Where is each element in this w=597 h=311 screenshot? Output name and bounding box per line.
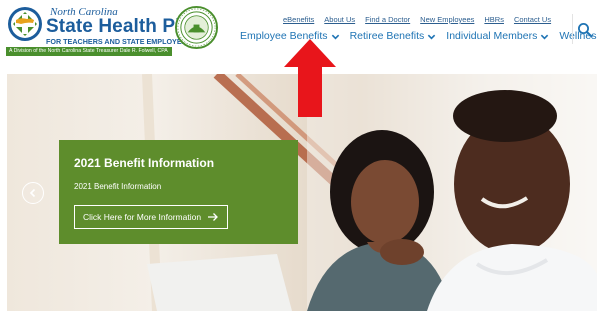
state-seal-icon [174,5,219,50]
page: North Carolina State Health Plan FOR TEA… [0,0,597,311]
site-logo[interactable]: North Carolina State Health Plan FOR TEA… [6,4,219,56]
util-link-new-employees[interactable]: New Employees [420,15,474,24]
header-divider [572,14,573,44]
button-label: Click Here for More Information [82,212,202,222]
chevron-down-icon [428,34,436,39]
utility-nav: eBenefits About Us Find a Doctor New Emp… [283,15,551,24]
more-information-button[interactable]: Click Here for More Information [74,205,228,229]
nav-label: Individual Members [446,30,538,42]
annotation-arrow-icon [284,39,336,117]
chevron-left-icon [29,188,36,198]
promo-card: 2021 Benefit Information 2021 Benefit In… [59,140,298,244]
carousel-prev-button[interactable] [22,182,44,204]
util-link-find-a-doctor[interactable]: Find a Doctor [365,15,410,24]
search-icon[interactable] [577,22,593,38]
nav-retiree-benefits[interactable]: Retiree Benefits [350,30,437,42]
promo-subtitle: 2021 Benefit Information [74,182,162,191]
util-link-hbrs[interactable]: HBRs [484,15,504,24]
nc-map-logo-icon [8,7,42,41]
chevron-down-icon [541,34,549,39]
util-link-about-us[interactable]: About Us [324,15,355,24]
util-link-ebenefits[interactable]: eBenefits [283,15,314,24]
util-link-contact-us[interactable]: Contact Us [514,15,551,24]
arrow-right-icon [208,213,218,221]
nav-individual-members[interactable]: Individual Members [446,30,549,42]
logo-division-bar: A Division of the North Carolina State T… [6,47,172,56]
promo-title: 2021 Benefit Information [74,156,215,170]
logo-subtitle: FOR TEACHERS AND STATE EMPLOYEES [46,37,192,46]
nav-label: Retiree Benefits [349,30,425,42]
